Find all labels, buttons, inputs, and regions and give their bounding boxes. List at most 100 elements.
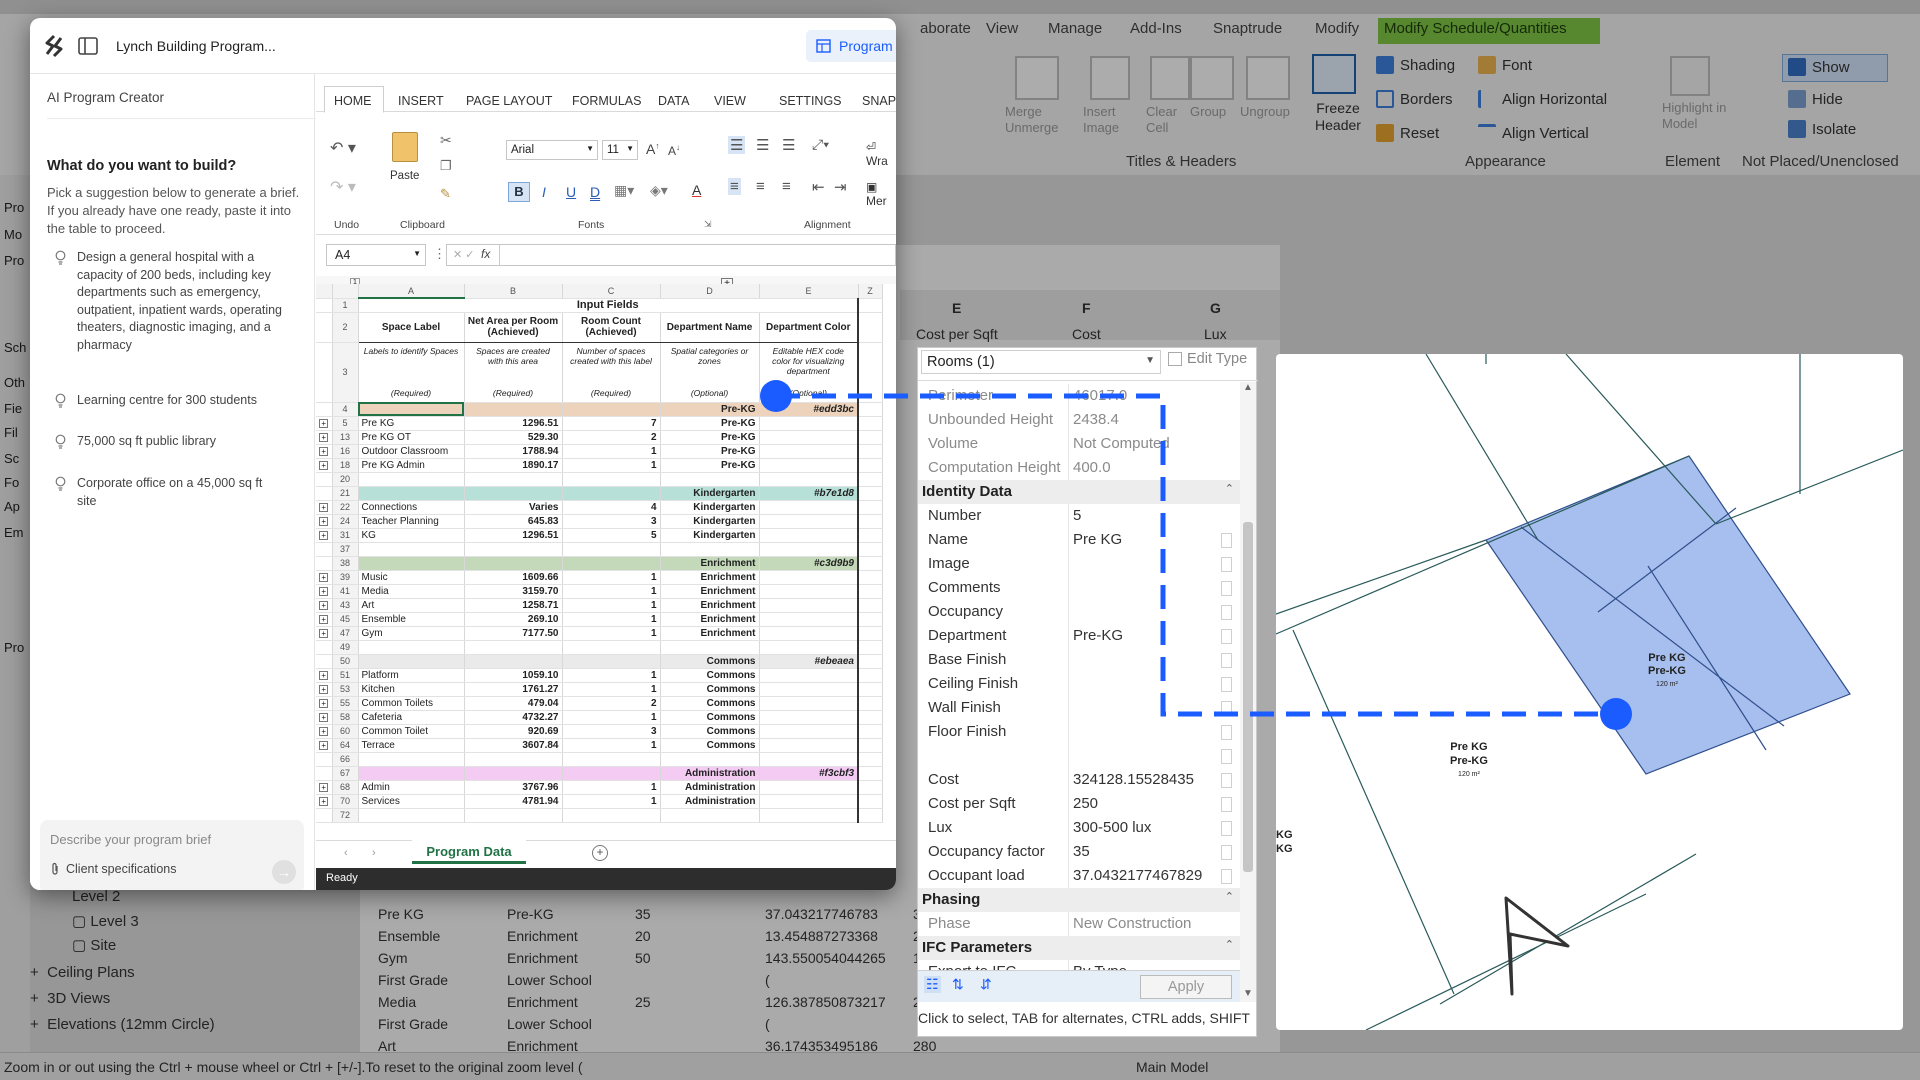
row-number[interactable]: 16 — [332, 444, 359, 459]
sheet-row-2[interactable]: 2 Space Label Net Area per Room (Achieved)… — [316, 312, 883, 343]
room-count-cell[interactable]: 1 — [562, 780, 661, 795]
row-number[interactable]: 60 — [332, 724, 359, 739]
cell[interactable] — [857, 598, 883, 613]
sheet-row[interactable]: +31 KG 1296.51 5 Kindergarten — [316, 528, 883, 543]
room-count-cell[interactable]: 2 — [562, 430, 661, 445]
wrap-text-button[interactable]: ⏎ Wra — [866, 140, 896, 168]
property-row[interactable]: Occupancy factor 35 — [918, 840, 1258, 864]
tab-formulas[interactable]: FORMULAS — [572, 94, 641, 108]
net-area-cell[interactable]: 920.69 — [464, 724, 563, 739]
property-row[interactable] — [918, 744, 1258, 768]
cell[interactable] — [857, 710, 883, 725]
outline-gutter[interactable]: + — [316, 584, 333, 599]
cell[interactable] — [464, 542, 563, 557]
outline-gutter[interactable] — [316, 766, 333, 781]
cell[interactable] — [759, 640, 859, 655]
department-cell[interactable]: Kindergarten — [660, 500, 760, 515]
cell[interactable] — [857, 472, 883, 487]
sheet-grid[interactable]: A B C D E Z 1 Input Fields 2 Space Label Net Area … — [316, 284, 896, 840]
cell[interactable] — [857, 430, 883, 445]
sheet-row[interactable]: 49 — [316, 640, 883, 655]
cell[interactable] — [857, 668, 883, 683]
net-area-cell[interactable]: 479.04 — [464, 696, 563, 711]
row-number[interactable]: 20 — [332, 472, 359, 487]
space-label-cell[interactable]: Gym — [358, 626, 465, 641]
net-area-cell[interactable]: 1609.66 — [464, 570, 563, 585]
room-count-cell[interactable]: 1 — [562, 710, 661, 725]
outline-gutter[interactable]: + — [316, 710, 333, 725]
format-painter-icon[interactable]: ✎ — [440, 186, 451, 202]
italic-button[interactable]: I — [542, 184, 546, 200]
color-cell[interactable] — [759, 514, 859, 529]
cell[interactable] — [857, 402, 883, 417]
department-color[interactable]: #edd3bc — [759, 402, 859, 417]
row-expand-icon[interactable]: + — [319, 586, 329, 596]
row-number[interactable]: 67 — [332, 766, 359, 781]
space-label-cell[interactable]: Teacher Planning — [358, 514, 465, 529]
room-count-cell[interactable]: 1 — [562, 570, 661, 585]
sheet-row[interactable]: +5 Pre KG 1296.51 7 Pre-KG — [316, 416, 883, 431]
row-number[interactable]: 39 — [332, 570, 359, 585]
type-selector[interactable]: Rooms (1) ▼ — [921, 350, 1161, 374]
section-identity-data[interactable]: Identity Data ⌃ — [918, 480, 1240, 504]
tab-insert[interactable]: INSERT — [398, 94, 444, 108]
row-number[interactable]: 31 — [332, 528, 359, 543]
borders-icon[interactable]: ▦▾ — [614, 182, 634, 199]
row-number[interactable]: 72 — [332, 808, 359, 823]
outline-gutter[interactable]: + — [316, 500, 333, 515]
column-header-letter[interactable]: B — [464, 284, 563, 299]
freeze-header-button[interactable]: Freeze Header — [1310, 100, 1366, 134]
cell[interactable] — [857, 416, 883, 431]
column-header-letter[interactable]: E — [759, 284, 859, 299]
net-area-cell[interactable]: Varies — [464, 500, 563, 515]
outline-gutter[interactable] — [316, 752, 333, 767]
net-area-cell[interactable]: 1059.10 — [464, 668, 563, 683]
sheet-row[interactable]: 67 Administration #f3cbf3 — [316, 766, 883, 781]
cell[interactable] — [857, 808, 883, 823]
send-button[interactable]: → — [272, 860, 296, 884]
scroll-down-icon[interactable]: ▼ — [1243, 988, 1253, 999]
property-row[interactable]: Image — [918, 552, 1258, 576]
cell[interactable] — [857, 612, 883, 627]
ribbon-tab-addins[interactable]: Add-Ins — [1130, 20, 1182, 37]
suggestion-corporate-office[interactable]: Corporate office on a 45,000 sq ft site — [30, 475, 300, 510]
cell[interactable] — [857, 682, 883, 697]
property-value[interactable]: 400.0 — [1073, 459, 1111, 476]
hide-button[interactable]: Hide — [1788, 90, 1843, 108]
cell[interactable] — [464, 654, 563, 669]
outline-gutter[interactable]: + — [316, 514, 333, 529]
tab-view[interactable]: VIEW — [714, 94, 746, 108]
space-label-cell[interactable]: Connections — [358, 500, 465, 515]
cell[interactable] — [857, 444, 883, 459]
department-cell[interactable]: Enrichment — [660, 598, 760, 613]
space-label-cell[interactable]: Cafeteria — [358, 710, 465, 725]
font-name-select[interactable]: Arial ▼ — [506, 140, 598, 160]
sheet-row[interactable]: +39 Music 1609.66 1 Enrichment — [316, 570, 883, 585]
cell[interactable] — [358, 766, 465, 781]
column-header[interactable]: Room Count (Achieved) — [562, 312, 661, 343]
color-cell[interactable] — [759, 584, 859, 599]
cell[interactable] — [358, 808, 465, 823]
cell[interactable] — [857, 556, 883, 571]
client-specifications-attachment[interactable]: Client specifications — [50, 862, 176, 876]
column-header-letter[interactable]: A — [358, 284, 465, 299]
property-row[interactable]: Volume Not Computed — [918, 432, 1258, 456]
outline-gutter[interactable]: + — [316, 626, 333, 641]
row-number[interactable]: 37 — [332, 542, 359, 557]
cell[interactable] — [857, 766, 883, 781]
row-expand-icon[interactable]: + — [319, 740, 329, 750]
space-label-cell[interactable]: Common Toilet — [358, 724, 465, 739]
cut-icon[interactable]: ✂ — [440, 132, 452, 149]
sheet-row[interactable]: +47 Gym 7177.50 1 Enrichment — [316, 626, 883, 641]
cell[interactable] — [562, 472, 661, 487]
cell[interactable] — [857, 486, 883, 501]
department-cell[interactable]: Commons — [660, 724, 760, 739]
cell[interactable] — [464, 402, 563, 417]
color-cell[interactable] — [759, 738, 859, 753]
room-count-cell[interactable]: 5 — [562, 528, 661, 543]
property-value[interactable]: 5 — [1073, 507, 1081, 524]
net-area-cell[interactable]: 3159.70 — [464, 584, 563, 599]
row-expand-icon[interactable]: + — [319, 418, 329, 428]
collapse-icon[interactable]: ⌃ — [1225, 890, 1234, 903]
more-options-icon[interactable]: ⋮ — [433, 246, 446, 262]
